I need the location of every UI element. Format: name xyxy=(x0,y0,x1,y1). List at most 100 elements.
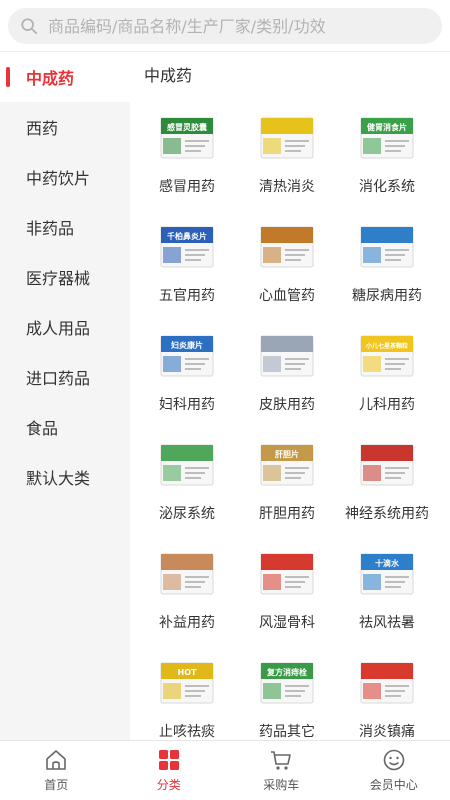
product-category-label: 止咳祛痰 xyxy=(159,724,215,740)
face-icon xyxy=(383,749,405,771)
package-text: 妇炎康片 xyxy=(170,340,203,350)
product-category-item[interactable]: 健胃消食片 消化系统 xyxy=(337,100,437,209)
medicine-box-icon: 健胃消食片 xyxy=(360,117,414,159)
product-image: 十滴水 xyxy=(355,546,419,602)
product-category-item[interactable]: HOT 止咳祛痰 xyxy=(137,645,237,740)
medicine-box-icon: 肝胆片 xyxy=(260,444,314,486)
product-image xyxy=(355,437,419,493)
product-image: 千柏鼻炎片 xyxy=(155,219,219,275)
product-image: HOT xyxy=(155,655,219,711)
sidebar-item-label: 成人用品 xyxy=(26,319,91,338)
product-image xyxy=(355,219,419,275)
product-category-label: 皮肤用药 xyxy=(259,397,315,413)
product-category-label: 神经系统用药 xyxy=(345,506,429,522)
product-category-item[interactable]: 小儿七星茶颗粒儿科用药 xyxy=(337,318,437,427)
product-image xyxy=(255,546,319,602)
product-category-item[interactable]: 风湿骨科 xyxy=(237,536,337,645)
medicine-box-icon xyxy=(260,117,314,159)
product-image: 健胃消食片 xyxy=(355,110,419,166)
sidebar-item-yiliao-qixie[interactable]: 医疗器械 xyxy=(0,252,130,302)
package-text: 十滴水 xyxy=(375,558,400,568)
product-category-item[interactable]: 泌尿系统 xyxy=(137,427,237,536)
product-category-label: 祛风祛暑 xyxy=(359,615,415,631)
product-category-item[interactable]: 心血管药 xyxy=(237,209,337,318)
package-text: 感冒灵胶囊 xyxy=(167,122,208,132)
product-category-label: 补益用药 xyxy=(159,615,215,631)
package-text: 小儿七星茶颗粒 xyxy=(365,342,408,350)
product-category-label: 糖尿病用药 xyxy=(352,288,422,304)
product-category-label: 消化系统 xyxy=(359,179,415,195)
medicine-box-icon: 小儿七星茶颗粒 xyxy=(360,335,414,377)
product-category-item[interactable]: 神经系统用药 xyxy=(337,427,437,536)
medicine-box-icon: 复方消痔栓 xyxy=(260,662,314,704)
product-category-item[interactable]: 妇炎康片 妇科用药 xyxy=(137,318,237,427)
medicine-box-icon: 感冒灵胶囊 xyxy=(160,117,214,159)
sidebar-item-label: 默认大类 xyxy=(26,469,91,488)
search-input[interactable] xyxy=(48,16,428,36)
product-image xyxy=(155,437,219,493)
product-category-item[interactable]: 千柏鼻炎片 五官用药 xyxy=(137,209,237,318)
sidebar-item-jinkou-yaopin[interactable]: 进口药品 xyxy=(0,352,130,402)
sidebar-item-chengren-yongpin[interactable]: 成人用品 xyxy=(0,302,130,352)
sidebar-item-moren-dalei[interactable]: 默认大类 xyxy=(0,452,130,502)
product-image xyxy=(155,546,219,602)
product-category-label: 泌尿系统 xyxy=(159,506,215,522)
search-box[interactable] xyxy=(8,8,442,44)
sidebar-item-label: 中药饮片 xyxy=(26,169,91,188)
product-category-label: 心血管药 xyxy=(259,288,315,304)
home-icon xyxy=(46,750,67,770)
medicine-box-icon xyxy=(360,226,414,268)
medicine-box-icon xyxy=(260,553,314,595)
bottom-tabbar: 首页 分类 采购车 会员中心 xyxy=(0,740,450,800)
tab-cart[interactable]: 采购车 xyxy=(225,741,338,800)
product-category-item[interactable]: 补益用药 xyxy=(137,536,237,645)
sidebar-item-label: 医疗器械 xyxy=(26,269,91,288)
product-category-label: 药品其它 xyxy=(259,724,315,740)
grid-icon xyxy=(158,750,179,770)
product-category-item[interactable]: 复方消痔栓 药品其它 xyxy=(237,645,337,740)
package-text: 千柏鼻炎片 xyxy=(167,231,207,241)
medicine-box-icon: 妇炎康片 xyxy=(160,335,214,377)
product-image xyxy=(255,110,319,166)
medicine-box-icon xyxy=(260,335,314,377)
product-category-item[interactable]: 消炎镇痛 xyxy=(337,645,437,740)
product-category-label: 五官用药 xyxy=(159,288,215,304)
product-category-label: 感冒用药 xyxy=(159,179,215,195)
product-category-item[interactable]: 清热消炎 xyxy=(237,100,337,209)
sidebar-item-xiyao[interactable]: 西药 xyxy=(0,102,130,152)
product-image xyxy=(255,219,319,275)
tab-category[interactable]: 分类 xyxy=(113,741,226,800)
product-image: 妇炎康片 xyxy=(155,328,219,384)
sidebar-item-feiyaopin[interactable]: 非药品 xyxy=(0,202,130,252)
product-category-item[interactable]: 皮肤用药 xyxy=(237,318,337,427)
medicine-box-icon xyxy=(260,226,314,268)
sidebar-item-zhongyao-yinpian[interactable]: 中药饮片 xyxy=(0,152,130,202)
category-sidebar: 中成药 西药 中药饮片 非药品 医疗器械 成人用品 进口药品 食品 默认大类 xyxy=(0,52,130,740)
tab-label: 会员中心 xyxy=(369,778,418,792)
tab-home[interactable]: 首页 xyxy=(0,741,113,800)
package-text: HOT xyxy=(178,668,197,677)
product-image: 肝胆片 xyxy=(255,437,319,493)
medicine-box-icon: HOT xyxy=(160,662,214,704)
product-category-label: 清热消炎 xyxy=(259,179,315,195)
product-category-item[interactable]: 十滴水 祛风祛暑 xyxy=(337,536,437,645)
product-panel: 中成药 感冒灵胶囊 感冒用药 清热消炎 健胃消食片 消化系统 千柏鼻炎片 五官用药 心血管药糖… xyxy=(130,52,450,740)
product-grid: 感冒灵胶囊 感冒用药 清热消炎 健胃消食片 消化系统 千柏鼻炎片 五官用药 心血管药 糖尿病用药… xyxy=(130,100,450,740)
cart-icon xyxy=(271,751,292,770)
package-text: 肝胆片 xyxy=(275,449,299,459)
product-category-item[interactable]: 糖尿病用药 xyxy=(337,209,437,318)
product-category-label: 儿科用药 xyxy=(359,397,415,413)
sidebar-item-label: 食品 xyxy=(26,419,59,438)
product-image: 感冒灵胶囊 xyxy=(155,110,219,166)
product-category-label: 妇科用药 xyxy=(159,397,215,413)
product-category-item[interactable]: 感冒灵胶囊 感冒用药 xyxy=(137,100,237,209)
sidebar-item-zhongchengyao[interactable]: 中成药 xyxy=(0,52,130,102)
medicine-box-icon: 千柏鼻炎片 xyxy=(160,226,214,268)
medicine-box-icon xyxy=(160,553,214,595)
sidebar-item-label: 进口药品 xyxy=(26,369,91,388)
product-category-item[interactable]: 肝胆片 肝胆用药 xyxy=(237,427,337,536)
sidebar-item-shipin[interactable]: 食品 xyxy=(0,402,130,452)
tab-member[interactable]: 会员中心 xyxy=(338,741,450,800)
tab-label: 首页 xyxy=(44,778,69,792)
sidebar-item-label: 中成药 xyxy=(26,69,75,88)
